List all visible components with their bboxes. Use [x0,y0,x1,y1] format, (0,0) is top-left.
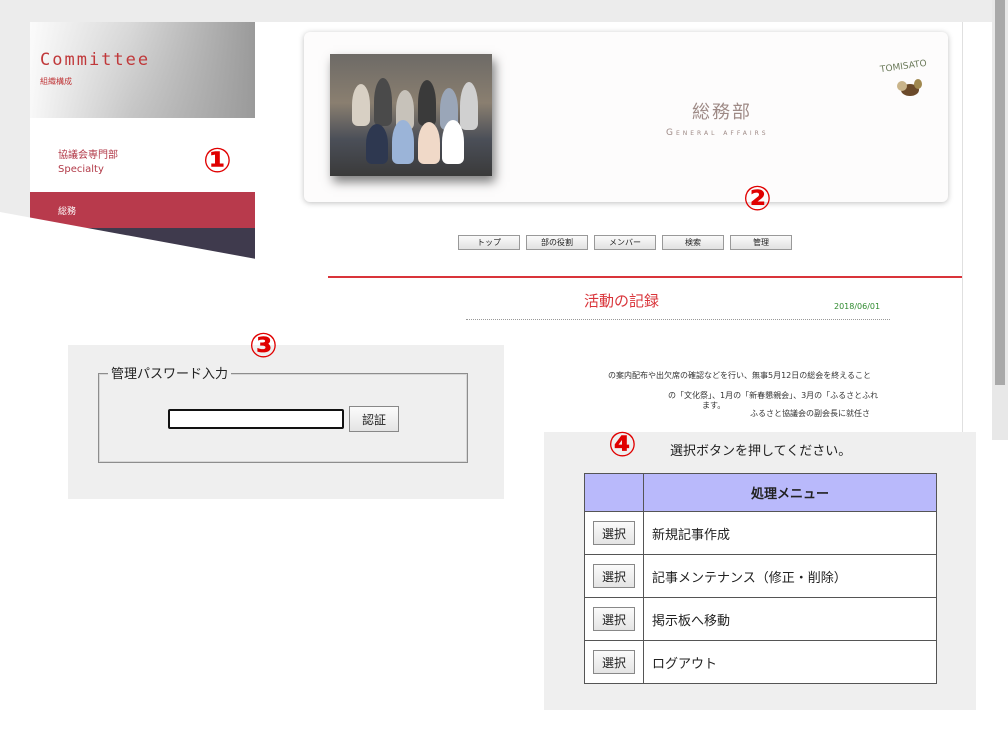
menu-item-label: 新規記事作成 [643,511,937,555]
password-panel: 管理パスワード入力 認証 [68,345,504,499]
select-button-logout[interactable]: 選択 [593,650,635,674]
menu-item-label: 記事メンテナンス（修正・削除） [643,554,937,598]
section-divider [328,276,962,278]
body-text-line: ふるさと協議会の副会長に就任さ [750,409,870,418]
sidebar-subtitle: 組織構成 [40,77,72,86]
menu-header-row: 処理メニュー [584,473,937,512]
table-row: 選択 新規記事作成 [584,511,937,555]
table-row: 選択 ログアウト [584,640,937,684]
password-input[interactable] [168,409,344,429]
menu-item-label: 掲示板へ移動 [643,597,937,641]
department-banner: 総務部 General affairs TOMISATO [304,32,948,202]
menu-item-label: ログアウト [643,640,937,684]
admin-menu-panel: 選択ボタンを押してください。 処理メニュー 選択 新規記事作成 選択 記事メンテ… [544,432,976,710]
password-legend: 管理パスワード入力 [108,363,232,382]
department-subtitle: General affairs [666,128,769,138]
nav-button-admin[interactable]: 管理 [730,235,792,250]
select-button-new-article[interactable]: 選択 [593,521,635,545]
nav-button-role[interactable]: 部の役割 [526,235,588,250]
menu-prompt: 選択ボタンを押してください。 [670,444,852,459]
group-photo [330,54,492,176]
sidebar-item-specialty-en: Specialty [58,164,104,175]
select-button-maintenance[interactable]: 選択 [593,564,635,588]
nav-button-search[interactable]: 検索 [662,235,724,250]
table-row: 選択 記事メンテナンス（修正・削除） [584,554,937,598]
body-text-line: の案内配布や出欠席の確認などを行い、無事5月12日の総会を終えること [608,371,872,380]
annotation-4: ④ [608,425,637,465]
sidebar-title: Committee [40,50,151,70]
annotation-1: ① [203,141,232,181]
background-band [0,0,1008,22]
menu-header-empty [584,473,644,512]
post-date: 2018/06/01 [834,302,881,311]
scrollbar-thumb[interactable] [995,0,1005,385]
background-band-left [0,0,30,230]
authenticate-button[interactable]: 認証 [349,406,399,432]
body-text-line: ます。 [702,401,726,410]
annotation-3: ③ [249,326,278,366]
section-title: 活動の記録 [584,292,660,310]
title-underline [466,319,890,320]
nav-button-top[interactable]: トップ [458,235,520,250]
menu-header: 処理メニュー [643,473,937,512]
menu-table: 処理メニュー 選択 新規記事作成 選択 記事メンテナンス（修正・削除） 選択 掲… [584,473,937,684]
sidebar-header-image [30,22,255,118]
nav-button-members[interactable]: メンバー [594,235,656,250]
select-button-bulletin[interactable]: 選択 [593,607,635,631]
table-row: 選択 掲示板へ移動 [584,597,937,641]
sidebar-item-specialty[interactable]: 協議会専門部 [58,146,118,161]
panel-cut-wedge [0,212,300,282]
department-title: 総務部 [692,102,752,123]
body-text-line: の「文化祭」、1月の「新春懇親会」、3月の「ふるさとふれ [668,391,879,400]
annotation-2: ② [743,179,772,219]
